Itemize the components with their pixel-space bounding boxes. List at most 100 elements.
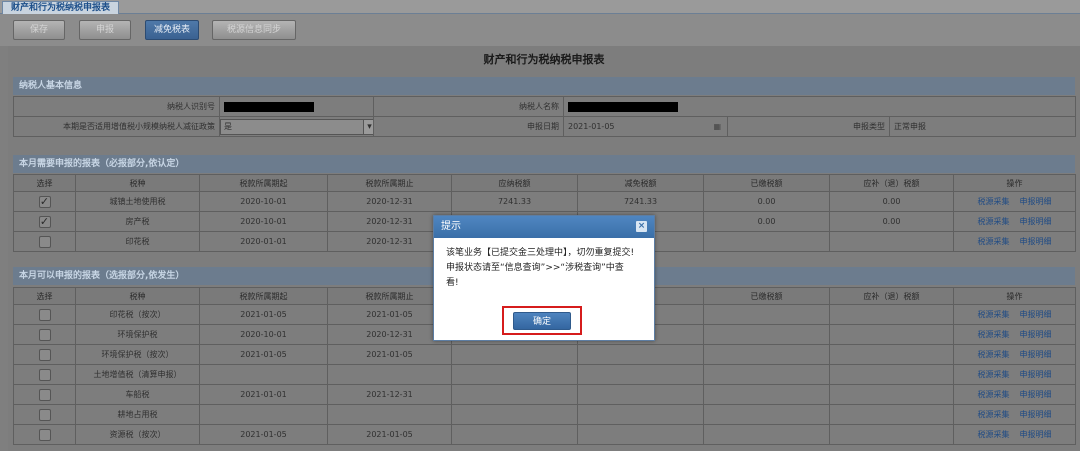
row-actions: 税源采集 申报明细: [953, 384, 1076, 405]
taxpayer-name-value: [562, 96, 1077, 117]
period-start: 2021-01-05: [199, 344, 328, 365]
declare-date-field[interactable]: 2021-01-05 ▦: [563, 116, 728, 137]
detail-link[interactable]: 申报明细: [1020, 350, 1052, 359]
reduce-tax-button[interactable]: 减免税表: [145, 20, 199, 40]
row-actions: 税源采集 申报明细: [953, 304, 1076, 325]
tax-name: 印花税: [75, 231, 200, 252]
tax-relief: 7241.33: [577, 191, 704, 212]
period-start: 2020-10-01: [199, 191, 328, 212]
sync-button[interactable]: 税源信息同步: [212, 20, 296, 40]
row-actions: 税源采集 申报明细: [953, 324, 1076, 345]
tax-name: 环境保护税（按次）: [75, 344, 200, 365]
table-row: 环境保护税（按次） 2021-01-05 2021-01-05 税源采集 申报明细: [13, 344, 1076, 365]
collect-link[interactable]: 税源采集: [978, 310, 1010, 319]
tax-name: 印花税（按次）: [75, 304, 200, 325]
collect-link[interactable]: 税源采集: [978, 390, 1010, 399]
declare-type-value: 正常申报: [888, 116, 1077, 137]
select-checkbox[interactable]: [38, 388, 51, 401]
row-actions: 税源采集 申报明细: [953, 364, 1076, 385]
column-header: 操作: [953, 287, 1076, 305]
column-header: 选择: [13, 174, 76, 192]
tax-name: 房产税: [75, 211, 200, 232]
basic-info-table: 纳税人识别号 纳税人名称 本期是否适用增值税小规模纳税人减征政策 是 ▾ 申报日期…: [13, 96, 1077, 137]
period-end: 2021-12-31: [327, 384, 452, 405]
tax-balance: [829, 231, 954, 252]
small-policy-select[interactable]: 是 ▾: [220, 118, 373, 135]
taxpayer-id-value: [219, 96, 374, 117]
detail-link[interactable]: 申报明细: [1020, 410, 1052, 419]
collect-link[interactable]: 税源采集: [978, 370, 1010, 379]
select-checkbox[interactable]: [38, 428, 51, 441]
tax-balance: 0.00: [829, 191, 954, 212]
highlight-box: 确定: [502, 306, 582, 335]
declare-date-label: 申报日期: [373, 116, 564, 137]
detail-link[interactable]: 申报明细: [1020, 197, 1052, 206]
taxpayer-id-label: 纳税人识别号: [13, 96, 220, 117]
save-button[interactable]: 保存: [13, 20, 65, 40]
tax-due: 7241.33: [451, 191, 578, 212]
period-end: 2020-12-31: [327, 191, 452, 212]
confirm-button[interactable]: 确定: [513, 312, 571, 330]
table-row: 耕地占用税 税源采集 申报明细: [13, 404, 1076, 425]
select-checkbox[interactable]: [38, 368, 51, 381]
period-start: 2020-10-01: [199, 324, 328, 345]
chevron-down-icon: ▾: [363, 119, 373, 134]
row-actions: 税源采集 申报明细: [953, 191, 1076, 212]
select-checkbox[interactable]: [38, 235, 51, 248]
table-row: ✓ 城镇土地使用税 2020-10-01 2020-12-31 7241.33 …: [13, 191, 1076, 212]
form-title: 财产和行为税纳税申报表: [483, 53, 605, 66]
tab-bar: 财产和行为税纳税申报表: [0, 0, 1080, 14]
redacted-block: [568, 101, 678, 112]
column-header: 税种: [75, 174, 200, 192]
dialog-header: 提示 ×: [434, 216, 654, 238]
column-header: 税款所属期止: [327, 174, 452, 192]
column-header: 税款所属期起: [199, 287, 328, 305]
tax-paid: 0.00: [703, 211, 830, 232]
column-header: 税款所属期起: [199, 174, 328, 192]
table-row: 土地增值税（清算申报） 税源采集 申报明细: [13, 364, 1076, 385]
dialog-line-3: 看!: [446, 278, 459, 288]
select-checkbox[interactable]: [38, 328, 51, 341]
tax-name: 车船税: [75, 384, 200, 405]
dialog-line-1: 该笔业务【已提交金三处理中】，切勿重复提交!: [446, 248, 635, 258]
select-checkbox[interactable]: ✓: [38, 195, 51, 208]
declare-button[interactable]: 申报: [79, 20, 131, 40]
detail-link[interactable]: 申报明细: [1020, 330, 1052, 339]
row-actions: 税源采集 申报明细: [953, 211, 1076, 232]
select-checkbox[interactable]: ✓: [38, 215, 51, 228]
select-checkbox[interactable]: [38, 348, 51, 361]
small-policy-cell: 是 ▾: [219, 116, 374, 137]
period-start: 2021-01-05: [199, 424, 328, 445]
select-checkbox[interactable]: [38, 408, 51, 421]
tax-name: 环境保护税: [75, 324, 200, 345]
close-icon[interactable]: ×: [636, 221, 647, 232]
collect-link[interactable]: 税源采集: [978, 197, 1010, 206]
collect-link[interactable]: 税源采集: [978, 237, 1010, 246]
period-start: [199, 404, 328, 425]
detail-link[interactable]: 申报明细: [1020, 430, 1052, 439]
basic-info-header: 纳税人基本信息: [13, 77, 1075, 95]
collect-link[interactable]: 税源采集: [978, 410, 1010, 419]
collect-link[interactable]: 税源采集: [978, 330, 1010, 339]
period-start: 2021-01-01: [199, 384, 328, 405]
column-header: 应补（退）税额: [829, 287, 954, 305]
detail-link[interactable]: 申报明细: [1020, 237, 1052, 246]
period-end: 2021-01-05: [327, 424, 452, 445]
collect-link[interactable]: 税源采集: [978, 430, 1010, 439]
collect-link[interactable]: 税源采集: [978, 350, 1010, 359]
select-checkbox[interactable]: [38, 308, 51, 321]
column-header: 税种: [75, 287, 200, 305]
detail-link[interactable]: 申报明细: [1020, 370, 1052, 379]
collect-link[interactable]: 税源采集: [978, 217, 1010, 226]
taxpayer-name-label: 纳税人名称: [373, 96, 564, 117]
row-actions: 税源采集 申报明细: [953, 344, 1076, 365]
tax-balance: 0.00: [829, 211, 954, 232]
table-row: 车船税 2021-01-01 2021-12-31 税源采集 申报明细: [13, 384, 1076, 405]
detail-link[interactable]: 申报明细: [1020, 310, 1052, 319]
period-end: 2021-01-05: [327, 344, 452, 365]
detail-link[interactable]: 申报明细: [1020, 390, 1052, 399]
calendar-icon[interactable]: ▦: [713, 122, 721, 131]
detail-link[interactable]: 申报明细: [1020, 217, 1052, 226]
tax-name: 耕地占用税: [75, 404, 200, 425]
tab-form[interactable]: 财产和行为税纳税申报表: [2, 1, 120, 14]
